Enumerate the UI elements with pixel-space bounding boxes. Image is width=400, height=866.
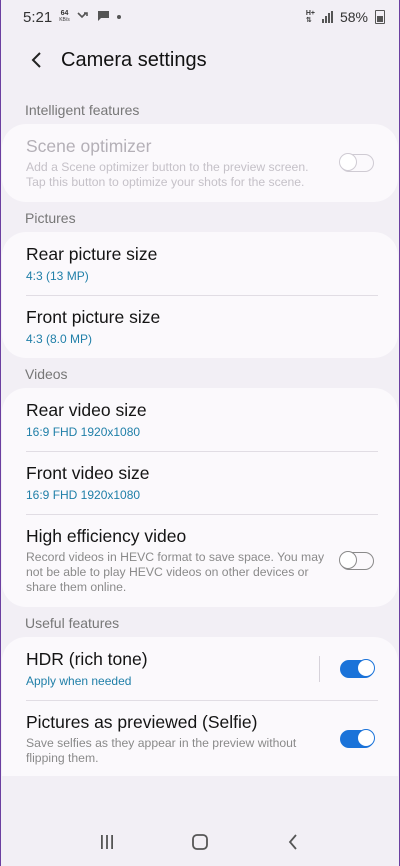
message-icon	[97, 9, 110, 25]
toggle-knob	[356, 658, 375, 677]
navigation-bar	[1, 818, 399, 866]
chevron-left-icon	[31, 52, 41, 68]
app-header: Camera settings	[1, 34, 399, 86]
card-intelligent: Scene optimizer Add a Scene optimizer bu…	[2, 124, 398, 202]
card-useful: HDR (rich tone) Apply when needed Pictur…	[2, 637, 398, 776]
setting-front-video-size[interactable]: Front video size 16:9 FHD 1920x1080	[2, 451, 398, 514]
setting-value: 16:9 FHD 1920x1080	[26, 425, 141, 439]
setting-value: 16:9 FHD 1920x1080	[26, 488, 141, 502]
netspeed-unit: KB/s	[59, 17, 70, 23]
page-title: Camera settings	[61, 48, 207, 71]
row-text: Front video size 16:9 FHD 1920x1080	[26, 463, 374, 502]
scene-optimizer-toggle[interactable]	[339, 153, 374, 172]
row-text: High efficiency video Record videos in H…	[26, 526, 340, 595]
setting-description: Save selfies as they appear in the previ…	[26, 736, 297, 765]
row-text: Front picture size 4:3 (8.0 MP)	[26, 307, 374, 346]
home-button[interactable]	[180, 822, 220, 862]
setting-description: Add a Scene optimizer button to the prev…	[26, 160, 309, 189]
row-text: Rear picture size 4:3 (13 MP)	[26, 244, 374, 283]
setting-rear-picture-size[interactable]: Rear picture size 4:3 (13 MP)	[2, 232, 398, 295]
network-type-label: H+	[305, 10, 315, 17]
toggle-knob	[356, 729, 375, 748]
setting-title: Front picture size	[26, 307, 161, 327]
netspeed-indicator: 64 KB/s	[59, 10, 70, 24]
setting-high-efficiency-video[interactable]: High efficiency video Record videos in H…	[2, 514, 398, 607]
row-text: HDR (rich tone) Apply when needed	[26, 649, 319, 688]
battery-percent: 58%	[339, 9, 368, 25]
setting-description: Record videos in HEVC format to save spa…	[26, 550, 325, 594]
status-bar: 5:21 64 KB/s H+ ⇅ 58%	[1, 0, 399, 34]
setting-hdr[interactable]: HDR (rich tone) Apply when needed	[2, 637, 398, 700]
recent-apps-button[interactable]	[87, 822, 127, 862]
row-text: Scene optimizer Add a Scene optimizer bu…	[26, 136, 340, 190]
battery-icon	[375, 10, 385, 24]
setting-rear-video-size[interactable]: Rear video size 16:9 FHD 1920x1080	[2, 388, 398, 451]
row-text: Pictures as previewed (Selfie) Save self…	[26, 712, 340, 766]
status-left: 5:21 64 KB/s	[23, 9, 121, 26]
section-header-videos: Videos	[25, 366, 68, 382]
setting-title: Rear picture size	[26, 244, 158, 264]
section-header-intelligent: Intelligent features	[25, 102, 140, 118]
setting-title: Rear video size	[26, 400, 147, 420]
setting-title: High efficiency video	[26, 526, 187, 546]
setting-pictures-as-previewed[interactable]: Pictures as previewed (Selfie) Save self…	[2, 700, 398, 776]
pictures-as-previewed-toggle[interactable]	[340, 729, 375, 748]
toggle-knob	[339, 550, 358, 569]
setting-value: 4:3 (13 MP)	[26, 269, 89, 283]
hdr-toggle[interactable]	[340, 658, 375, 678]
card-pictures: Rear picture size 4:3 (13 MP) Front pict…	[2, 232, 398, 358]
section-header-useful: Useful features	[25, 615, 120, 631]
divider	[319, 655, 320, 682]
back-arrow-icon	[288, 834, 297, 850]
setting-scene-optimizer[interactable]: Scene optimizer Add a Scene optimizer bu…	[2, 124, 398, 202]
card-videos: Rear video size 16:9 FHD 1920x1080 Front…	[2, 388, 398, 607]
setting-title: Scene optimizer	[26, 136, 152, 156]
back-nav-button[interactable]	[273, 822, 313, 862]
row-text: Rear video size 16:9 FHD 1920x1080	[26, 400, 374, 439]
status-right: H+ ⇅ 58%	[306, 9, 385, 25]
notification-dot-icon	[116, 15, 121, 19]
setting-title: Front video size	[26, 463, 150, 483]
setting-value: 4:3 (8.0 MP)	[26, 332, 93, 346]
recent-apps-icon	[101, 835, 114, 849]
netspeed-value: 64	[60, 10, 69, 17]
back-button[interactable]	[23, 47, 49, 73]
setting-value: Apply when needed	[26, 674, 132, 688]
status-time: 5:21	[23, 8, 53, 26]
network-type-icon: H+ ⇅	[305, 10, 315, 24]
section-header-pictures: Pictures	[25, 210, 76, 226]
toggle-knob	[339, 153, 358, 172]
setting-title: Pictures as previewed (Selfie)	[26, 712, 258, 732]
setting-front-picture-size[interactable]: Front picture size 4:3 (8.0 MP)	[2, 295, 398, 358]
home-icon	[192, 834, 208, 850]
signal-icon	[321, 11, 333, 23]
hevc-toggle[interactable]	[339, 550, 374, 570]
setting-title: HDR (rich tone)	[26, 649, 148, 669]
missed-call-icon	[77, 9, 90, 25]
